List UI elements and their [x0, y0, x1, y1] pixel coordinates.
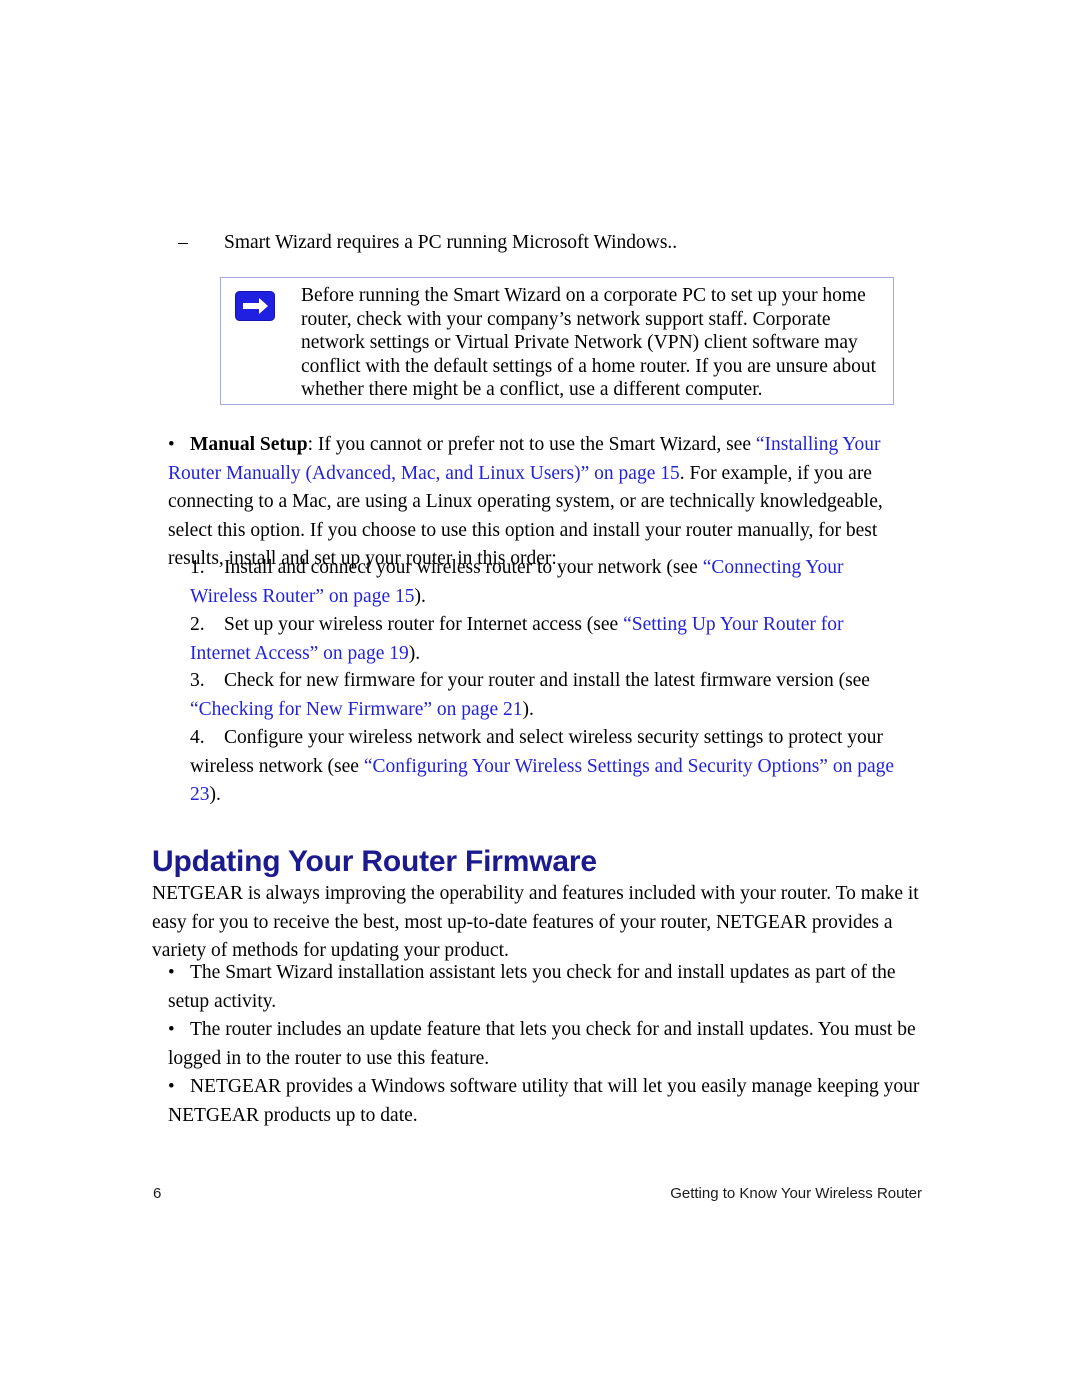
step-text: Configure your wireless network and sele…: [190, 727, 894, 805]
update-method-text: The Smart Wizard installation assistant …: [168, 962, 896, 1012]
update-method-text: NETGEAR provides a Windows software util…: [168, 1076, 920, 1126]
update-method-text: The router includes an update feature th…: [168, 1019, 916, 1069]
bullet-marker: •: [168, 962, 175, 983]
manual-setup-text: Manual Setup: If you cannot or prefer no…: [168, 434, 883, 569]
footer-page-number: 6: [153, 1185, 162, 1202]
step-marker: 4.: [190, 727, 205, 748]
requirement-note-text: Smart Wizard requires a PC running Micro…: [224, 232, 678, 253]
step-item-1: 1. Install and connect your wireless rou…: [190, 554, 902, 611]
document-page: – Smart Wizard requires a PC running Mic…: [0, 0, 1080, 1397]
dash-marker: –: [178, 232, 188, 253]
step-text-post: ).: [209, 784, 221, 805]
update-method-bullet-3: • NETGEAR provides a Windows software ut…: [168, 1073, 920, 1130]
page-title: Updating Your Router Firmware: [152, 845, 597, 879]
step-text-post: ).: [408, 642, 421, 664]
bullet-marker: •: [168, 1019, 175, 1040]
step-text: Check for new firmware for your router a…: [190, 670, 870, 720]
note-box-text: Before running the Smart Wizard on a cor…: [301, 285, 877, 400]
step-item-4: 4. Configure your wireless network and s…: [190, 724, 895, 810]
step-text-pre: Check for new firmware for your router a…: [224, 670, 870, 691]
step-item-2: 2. Set up your wireless router for Inter…: [190, 611, 902, 668]
bullet-marker: •: [168, 434, 175, 455]
update-method-bullet-2: • The router includes an update feature …: [168, 1016, 920, 1073]
update-method-bullet-1: • The Smart Wizard installation assistan…: [168, 959, 908, 1016]
step-marker: 1.: [190, 557, 205, 578]
step-text: Install and connect your wireless router…: [190, 557, 844, 607]
manual-setup-segment-1: : If you cannot or prefer not to use the…: [307, 434, 756, 455]
manual-setup-bullet: • Manual Setup: If you cannot or prefer …: [168, 431, 920, 574]
cross-reference-link-checking-new-firmware[interactable]: “Checking for New Firmware” on page 21: [190, 699, 522, 720]
section-intro-paragraph: NETGEAR is always improving the operabil…: [152, 883, 919, 961]
note-box: Before running the Smart Wizard on a cor…: [220, 277, 894, 405]
footer-title: Getting to Know Your Wireless Router: [670, 1185, 922, 1202]
manual-setup-label: Manual Setup: [190, 434, 308, 455]
note-arrow-icon: [235, 291, 275, 321]
step-text-pre: Install and connect your wireless router…: [224, 557, 703, 578]
step-text-pre: Set up your wireless router for Internet…: [224, 614, 624, 635]
requirement-note-item: – Smart Wizard requires a PC running Mic…: [178, 229, 918, 258]
step-item-3: 3. Check for new firmware for your route…: [190, 667, 902, 724]
bullet-marker: •: [168, 1076, 175, 1097]
step-text-post: ).: [522, 698, 534, 720]
step-marker: 2.: [190, 614, 205, 635]
step-text: Set up your wireless router for Internet…: [190, 614, 844, 664]
step-marker: 3.: [190, 670, 205, 691]
step-text-post: ).: [414, 585, 426, 607]
